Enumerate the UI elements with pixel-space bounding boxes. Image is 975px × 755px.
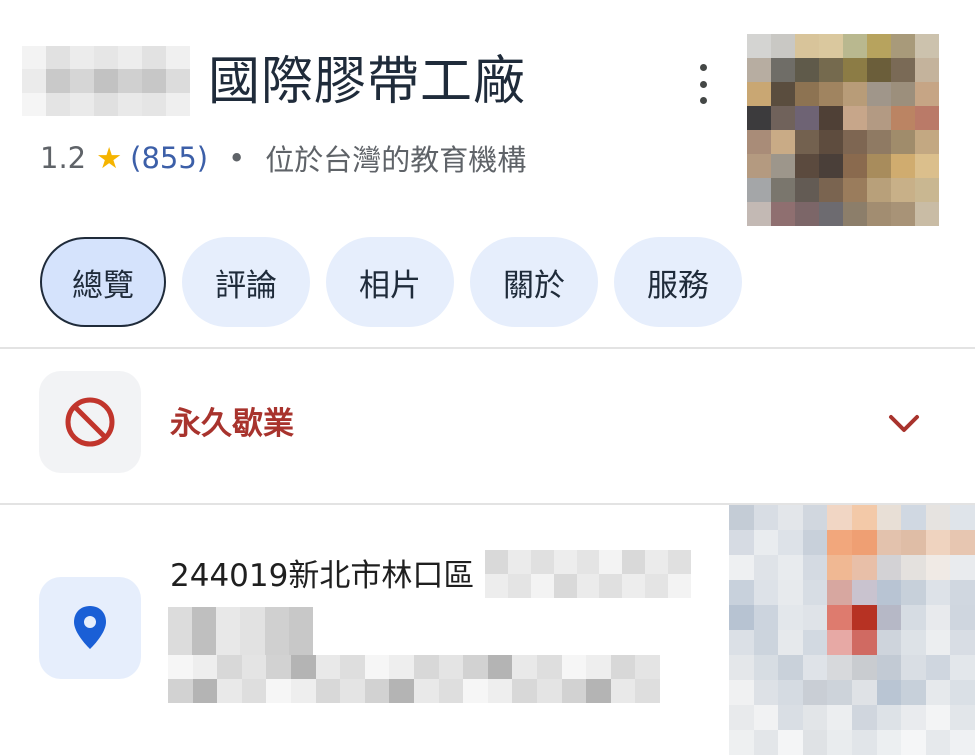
map-pin-icon bbox=[74, 606, 106, 649]
star-icon: ★ bbox=[96, 141, 123, 175]
address-text[interactable]: 244019新北市林口區 bbox=[170, 554, 474, 598]
place-title: 國際膠帶工廠 bbox=[208, 52, 527, 112]
place-photo-thumbnail[interactable] bbox=[747, 34, 939, 226]
redacted-address bbox=[168, 607, 313, 655]
tab-bar: 總覽 評論 相片 關於 服務 bbox=[40, 237, 742, 327]
separator-dot: • bbox=[228, 141, 246, 175]
tab-photos[interactable]: 相片 bbox=[326, 237, 454, 327]
address-icon-tile bbox=[39, 577, 141, 679]
map-thumbnail[interactable] bbox=[729, 505, 975, 755]
tab-services[interactable]: 服務 bbox=[614, 237, 742, 327]
tab-about[interactable]: 關於 bbox=[470, 237, 598, 327]
redacted-address bbox=[168, 655, 660, 703]
permanently-closed-label[interactable]: 永久歇業 bbox=[170, 402, 294, 446]
tab-reviews[interactable]: 評論 bbox=[182, 237, 310, 327]
prohibited-icon bbox=[65, 397, 115, 447]
more-options-icon[interactable] bbox=[690, 64, 716, 104]
redacted-title-prefix bbox=[22, 46, 190, 116]
divider bbox=[0, 347, 975, 349]
status-icon-tile bbox=[39, 371, 141, 473]
review-count-link[interactable]: (855) bbox=[130, 141, 208, 175]
place-category: 位於台灣的教育機構 bbox=[265, 143, 527, 177]
chevron-down-icon[interactable] bbox=[884, 408, 924, 438]
rating-value: 1.2 bbox=[40, 141, 87, 175]
redacted-address bbox=[485, 550, 691, 598]
tab-overview[interactable]: 總覽 bbox=[40, 237, 166, 327]
rating-row: 1.2 ★ (855) • 位於台灣的教育機構 bbox=[40, 136, 526, 180]
